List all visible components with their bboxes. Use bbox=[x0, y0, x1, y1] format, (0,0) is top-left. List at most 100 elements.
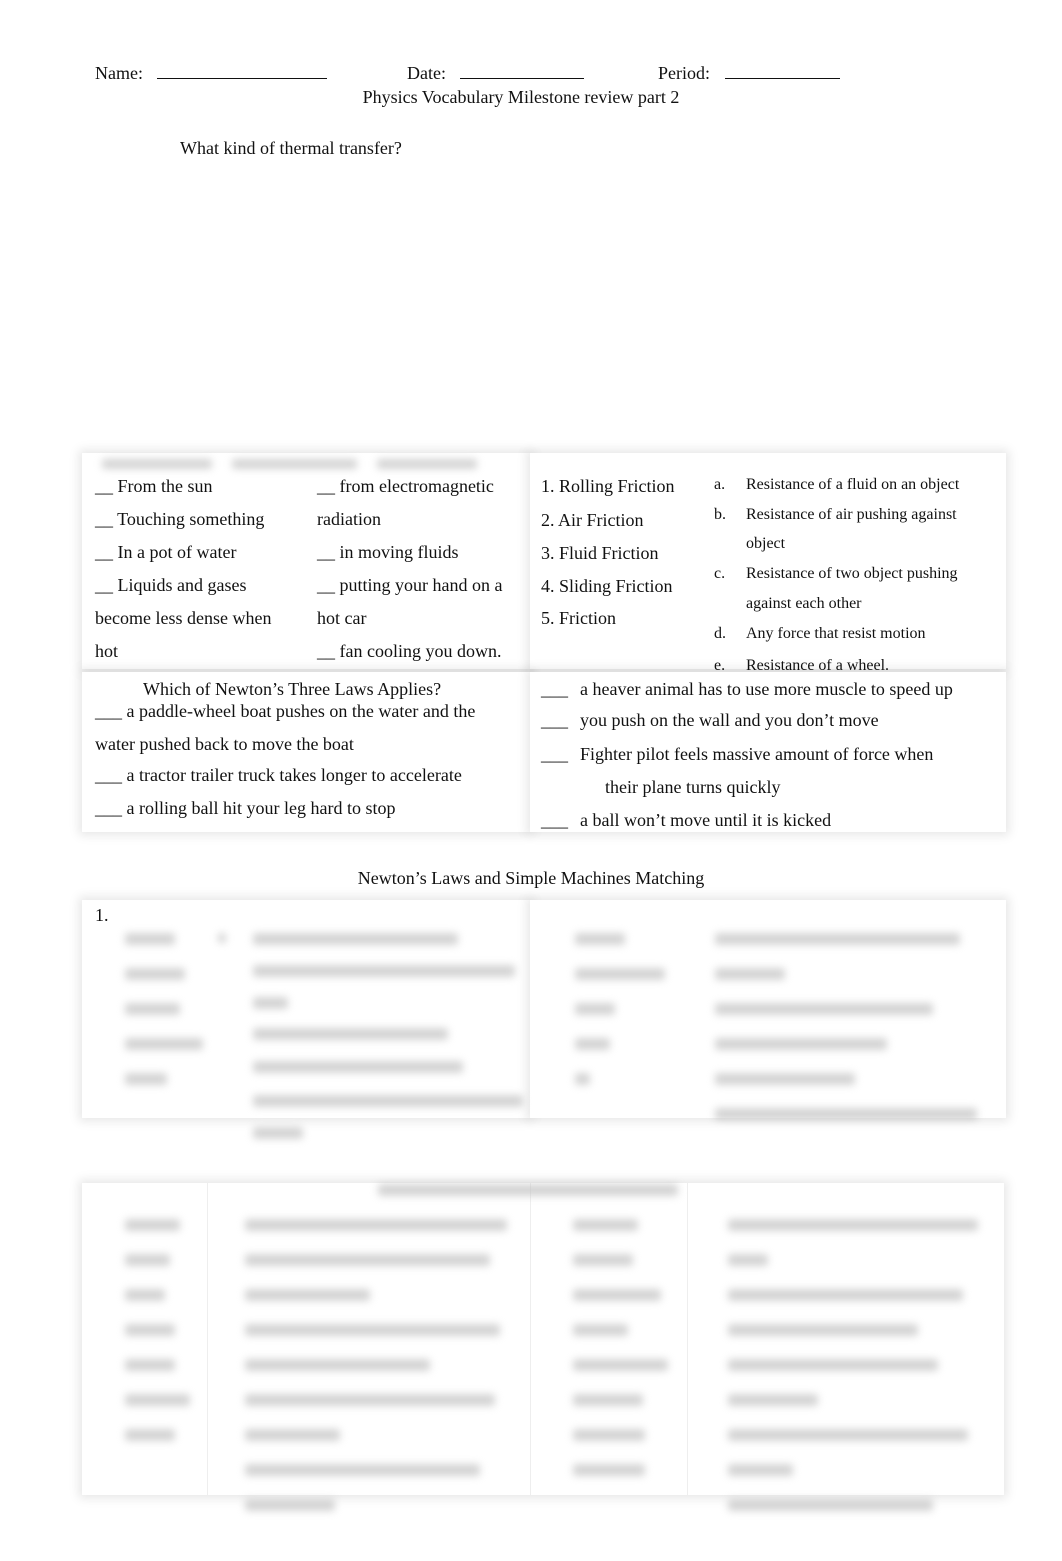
blurred-header-convection bbox=[232, 459, 357, 469]
blurred-text-placeholder bbox=[575, 1073, 590, 1085]
blurred-text-placeholder bbox=[245, 1429, 340, 1441]
blurred-text-placeholder bbox=[715, 1108, 977, 1120]
blurred-text-placeholder bbox=[728, 1429, 968, 1441]
blurred-text-placeholder bbox=[728, 1359, 938, 1371]
blurred-header-conduction bbox=[102, 459, 212, 469]
blurred-text-placeholder bbox=[728, 1464, 793, 1476]
blurred-text-placeholder bbox=[253, 1028, 448, 1040]
blurred-text-placeholder bbox=[125, 1429, 175, 1441]
definition-letter: d. bbox=[714, 625, 726, 642]
blurred-text-placeholder bbox=[218, 933, 226, 943]
thermal-item: radiation bbox=[317, 509, 381, 529]
newton-item: a heaver animal has to use more muscle t… bbox=[580, 679, 953, 699]
blurred-text-placeholder bbox=[125, 1254, 170, 1266]
blurred-text-placeholder bbox=[125, 933, 175, 945]
blurred-text-placeholder bbox=[245, 1254, 490, 1266]
newton-item: ___ a rolling ball hit your leg hard to … bbox=[95, 798, 396, 818]
period-field[interactable]: Period: bbox=[658, 62, 840, 84]
blurred-text-placeholder bbox=[715, 968, 785, 980]
blurred-text-placeholder bbox=[125, 968, 185, 980]
blurred-text-placeholder bbox=[728, 1254, 768, 1266]
thermal-item: __ In a pot of water bbox=[95, 542, 237, 562]
date-label: Date: bbox=[407, 63, 446, 83]
blurred-text-placeholder bbox=[125, 1289, 165, 1301]
blurred-text-placeholder bbox=[253, 933, 458, 945]
blurred-text-placeholder bbox=[245, 1499, 335, 1511]
blurred-text-placeholder bbox=[253, 965, 515, 977]
blurred-text-placeholder bbox=[573, 1394, 643, 1406]
blurred-text-placeholder bbox=[253, 1061, 463, 1073]
period-blank[interactable] bbox=[724, 62, 840, 79]
definition-letter: c. bbox=[714, 565, 726, 582]
page-title: Physics Vocabulary Milestone review part… bbox=[362, 87, 680, 107]
blurred-text-placeholder bbox=[125, 1219, 180, 1231]
blurred-text-placeholder bbox=[125, 1038, 203, 1050]
blurred-text-placeholder bbox=[573, 1289, 661, 1301]
blurred-text-placeholder bbox=[245, 1289, 370, 1301]
blurred-text-placeholder bbox=[575, 1003, 615, 1015]
thermal-item: hot car bbox=[317, 608, 367, 628]
blurred-text-placeholder bbox=[573, 1219, 638, 1231]
blurred-text-placeholder bbox=[728, 1394, 818, 1406]
blurred-text-placeholder bbox=[573, 1464, 645, 1476]
period-label: Period: bbox=[658, 63, 710, 83]
blurred-text-placeholder bbox=[245, 1394, 495, 1406]
name-blank[interactable] bbox=[157, 62, 328, 79]
blurred-text-placeholder bbox=[125, 1003, 180, 1015]
blurred-text-placeholder bbox=[245, 1324, 500, 1336]
blurred-text-placeholder bbox=[715, 933, 960, 945]
friction-term: 5. Friction bbox=[541, 608, 616, 628]
matching-number: 1. bbox=[95, 905, 109, 925]
newton-blank: ___ bbox=[541, 810, 568, 830]
blurred-text-placeholder bbox=[575, 933, 625, 945]
blurred-text-placeholder bbox=[573, 1359, 668, 1371]
newton-item: water pushed back to move the boat bbox=[95, 734, 354, 754]
blurred-text-placeholder bbox=[125, 1359, 175, 1371]
name-field[interactable]: Name: bbox=[95, 62, 328, 84]
blurred-text-placeholder bbox=[728, 1499, 933, 1511]
newton-blank: ___ bbox=[541, 679, 568, 699]
thermal-item: __ from electromagnetic bbox=[317, 476, 494, 496]
blurred-text-placeholder bbox=[575, 968, 665, 980]
definition-text: Resistance of air pushing against bbox=[746, 506, 957, 523]
definition-letter: a. bbox=[714, 476, 726, 493]
blurred-text-placeholder bbox=[125, 1073, 167, 1085]
thermal-item: __ fan cooling you down. bbox=[317, 641, 502, 661]
thermal-item: __ From the sun bbox=[95, 476, 213, 496]
blurred-text-placeholder bbox=[253, 1127, 303, 1139]
definition-text: Resistance of two object pushing bbox=[746, 565, 958, 582]
date-field[interactable]: Date: bbox=[407, 62, 585, 84]
blurred-text-placeholder bbox=[245, 1464, 480, 1476]
blurred-text-placeholder bbox=[125, 1394, 190, 1406]
newton-item: ___ a tractor trailer truck takes longer… bbox=[95, 765, 462, 785]
blurred-text-placeholder bbox=[125, 1324, 175, 1336]
blurred-text-placeholder bbox=[728, 1219, 978, 1231]
friction-term: 3. Fluid Friction bbox=[541, 543, 659, 563]
definition-text: object bbox=[746, 535, 786, 552]
friction-term: 1. Rolling Friction bbox=[541, 476, 675, 496]
thermal-item: __ Liquids and gases bbox=[95, 575, 247, 595]
blurred-text-placeholder bbox=[573, 1324, 628, 1336]
blurred-text-placeholder bbox=[573, 1429, 645, 1441]
blurred-text-placeholder bbox=[728, 1324, 918, 1336]
newton-item: their plane turns quickly bbox=[605, 777, 781, 797]
date-blank[interactable] bbox=[460, 62, 585, 79]
blurred-text-placeholder bbox=[245, 1359, 430, 1371]
blurred-text-placeholder bbox=[378, 1184, 678, 1196]
newton-question: Which of Newton’s Three Laws Applies? bbox=[143, 679, 442, 699]
name-label: Name: bbox=[95, 63, 143, 83]
thermal-question: What kind of thermal transfer? bbox=[180, 138, 402, 158]
blurred-text-placeholder bbox=[715, 1038, 887, 1050]
newton-blank: ___ bbox=[541, 710, 568, 730]
blurred-text-placeholder bbox=[715, 1073, 855, 1085]
blurred-text-placeholder bbox=[728, 1289, 963, 1301]
blurred-text-placeholder bbox=[253, 1095, 523, 1107]
newton-blank: ___ bbox=[541, 744, 568, 764]
thermal-item: hot bbox=[95, 641, 119, 661]
blurred-text-placeholder bbox=[253, 997, 288, 1009]
newton-item: a ball won’t move until it is kicked bbox=[580, 810, 832, 830]
definition-text: Resistance of a fluid on an object bbox=[746, 476, 960, 493]
blurred-text-placeholder bbox=[245, 1219, 507, 1231]
thermal-item: __ Touching something bbox=[95, 509, 265, 529]
definition-text: Any force that resist motion bbox=[746, 625, 926, 642]
